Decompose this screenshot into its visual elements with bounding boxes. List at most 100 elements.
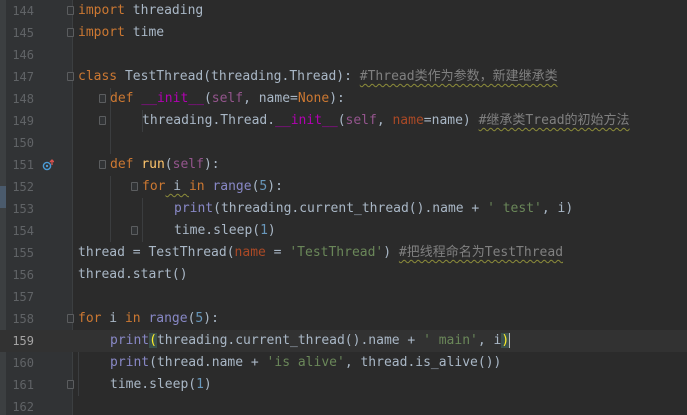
code-text: def __init__(self, name=None): <box>110 88 345 110</box>
line-number: 147 <box>12 70 34 84</box>
code-token: ): <box>329 91 345 106</box>
code-line[interactable]: 146 <box>0 44 687 66</box>
code-line[interactable]: 160 print(thread.name + 'is alive', thre… <box>0 352 687 374</box>
builtin-token: range <box>148 311 188 326</box>
code-token: ) <box>383 245 399 260</box>
code-line[interactable]: 151 def run(self): <box>0 154 687 176</box>
code-token: TestThread(threading.Thread): <box>117 69 360 84</box>
code-line[interactable]: 149 threading.Thread.__init__(self, name… <box>0 110 687 132</box>
code-token: i <box>101 311 125 326</box>
code-token: , <box>376 113 393 128</box>
line-number: 156 <box>12 268 34 282</box>
param-token: name <box>234 245 266 260</box>
builtin-token: print <box>110 355 150 370</box>
code-token: ) <box>203 377 212 392</box>
keyword-token: import <box>78 25 125 40</box>
code-editor[interactable]: 144 import threading 145 import time 146… <box>0 0 687 415</box>
code-token: i <box>165 179 189 194</box>
code-token: ) <box>267 223 276 238</box>
code-token: threading.current_thread().name + <box>156 333 424 348</box>
fold-marker-icon[interactable] <box>67 72 74 81</box>
function-name-token: run <box>141 157 165 172</box>
code-line[interactable]: 161 time.sleep(1) <box>0 374 687 396</box>
code-token: thread = TestThread( <box>78 245 235 260</box>
string-token: ' main' <box>423 333 478 348</box>
param-token: name <box>392 113 424 128</box>
code-text: time.sleep(1) <box>174 220 276 242</box>
line-number: 161 <box>12 378 34 392</box>
fold-marker-icon[interactable] <box>99 116 106 125</box>
keyword-token: for <box>78 311 102 326</box>
code-token: threading <box>124 3 204 18</box>
code-text: thread.start() <box>78 264 188 286</box>
code-token: ): <box>203 311 219 326</box>
code-token: ( <box>337 113 346 128</box>
code-token: ): <box>203 157 220 172</box>
matched-brace: ( <box>149 333 157 348</box>
line-number: 159 <box>12 334 34 348</box>
code-text: for i in range(5): <box>142 176 283 198</box>
code-token: ( <box>203 91 212 106</box>
code-token: time <box>124 25 165 40</box>
code-line[interactable]: 147 class TestThread(threading.Thread): … <box>0 66 687 88</box>
string-token: ' test' <box>487 201 542 216</box>
code-text: threading.Thread.__init__(self, name=nam… <box>142 110 630 132</box>
code-line[interactable]: 145 import time <box>0 22 687 44</box>
code-token: =name) <box>423 113 479 128</box>
code-line[interactable]: 162 <box>0 396 687 415</box>
fold-marker-icon[interactable] <box>67 380 74 389</box>
code-text: import threading <box>78 0 203 22</box>
code-text: print(thread.name + 'is alive', thread.i… <box>110 352 501 374</box>
matched-brace: ) <box>501 333 510 348</box>
text-caret <box>509 333 511 348</box>
keyword-token: import <box>78 3 125 18</box>
code-line[interactable]: 150 <box>0 132 687 154</box>
code-token: , name= <box>243 91 298 106</box>
code-line[interactable]: 153 print(threading.current_thread().nam… <box>0 198 687 220</box>
code-text: time.sleep(1) <box>110 374 212 396</box>
code-line[interactable]: 157 <box>0 286 687 308</box>
code-token: thread.start() <box>78 267 188 282</box>
fold-marker-icon[interactable] <box>99 94 106 103</box>
fold-marker-icon[interactable] <box>131 182 138 191</box>
code-text: def run(self): <box>110 154 220 176</box>
code-token: ): <box>267 179 283 194</box>
code-token: time.sleep( <box>110 377 197 392</box>
line-number: 149 <box>12 114 34 128</box>
code-token: (threading.current_thread().name + <box>213 201 488 216</box>
code-token: = <box>265 245 290 260</box>
comment-token: #Thread类作为参数，新建继承类 <box>359 69 558 84</box>
code-line[interactable]: 148 def __init__(self, name=None): <box>0 88 687 110</box>
line-number: 144 <box>12 4 34 18</box>
fold-marker-icon[interactable] <box>67 314 74 323</box>
code-line[interactable]: 158 for i in range(5): <box>0 308 687 330</box>
line-number: 160 <box>12 356 34 370</box>
keyword-token: def <box>110 91 134 106</box>
line-number: 146 <box>12 48 34 62</box>
builtin-token: print <box>174 201 214 216</box>
code-line[interactable]: 155 thread = TestThread(name = 'TestThre… <box>0 242 687 264</box>
fold-marker-icon[interactable] <box>67 6 74 15</box>
line-number: 157 <box>12 290 34 304</box>
code-line-current[interactable]: 159 print(threading.current_thread().nam… <box>0 330 687 352</box>
override-method-icon[interactable] <box>42 159 54 171</box>
code-token: , thread.is_alive()) <box>344 355 502 370</box>
code-text: thread = TestThread(name = 'TestThread')… <box>78 242 563 264</box>
code-line[interactable]: 154 time.sleep(1) <box>0 220 687 242</box>
line-number: 151 <box>12 158 34 172</box>
code-line[interactable]: 144 import threading <box>0 0 687 22</box>
fold-marker-icon[interactable] <box>131 226 138 235</box>
code-token: threading.Thread. <box>142 113 276 128</box>
magic-method-token: __init__ <box>141 91 204 106</box>
fold-marker-icon[interactable] <box>67 28 74 37</box>
code-token: , i) <box>541 201 574 216</box>
keyword-token: in <box>124 311 141 326</box>
code-text: for i in range(5): <box>78 308 219 330</box>
line-number: 145 <box>12 26 34 40</box>
fold-marker-icon[interactable] <box>99 160 106 169</box>
code-token: , i <box>477 333 502 348</box>
code-line[interactable]: 156 thread.start() <box>0 264 687 286</box>
line-number: 154 <box>12 224 34 238</box>
number-token: 1 <box>260 223 268 238</box>
code-line[interactable]: 152 for i in range(5): <box>0 176 687 198</box>
